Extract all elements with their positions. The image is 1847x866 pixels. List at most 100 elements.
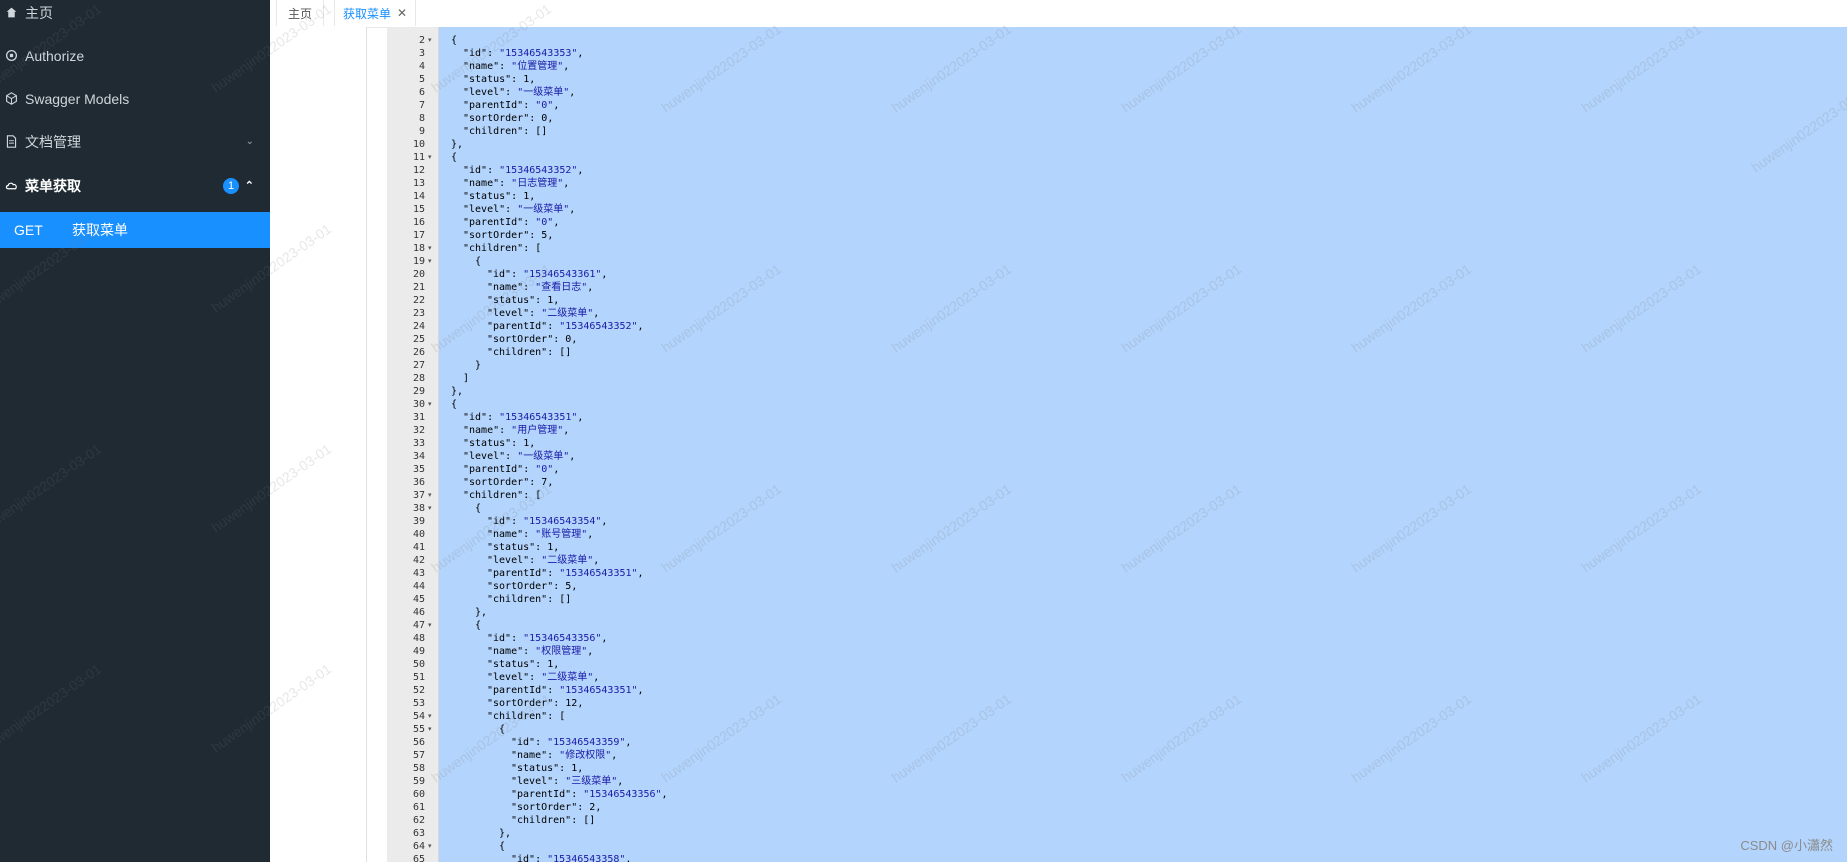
json-value: "0" xyxy=(535,464,554,475)
code-line: "parentId": "15346543351", xyxy=(487,685,644,696)
json-value: "15346543351" xyxy=(499,412,578,423)
count-badge: 1 xyxy=(223,177,239,194)
line-number: 3 xyxy=(418,48,425,59)
code-line: "name": "修改权限", xyxy=(511,750,618,761)
json-value: "15346543356" xyxy=(583,789,662,800)
code-punct: }, xyxy=(451,139,464,150)
line-number: 65 xyxy=(412,854,425,865)
fold-arrow-icon[interactable]: ▾ xyxy=(428,242,432,255)
fold-arrow-icon[interactable]: ▾ xyxy=(428,489,432,502)
code-line: "children": [] xyxy=(487,594,572,605)
json-value: "15346543356" xyxy=(523,633,602,644)
code-line: "sortOrder": 0, xyxy=(487,334,578,345)
code-punct: { xyxy=(451,152,458,163)
fold-arrow-icon[interactable]: ▾ xyxy=(428,502,432,515)
code-punct: , xyxy=(601,516,608,527)
json-key: "parentId" xyxy=(487,568,548,579)
fold-arrow-icon[interactable]: ▾ xyxy=(428,151,432,164)
code-punct: { xyxy=(499,724,506,735)
json-response-editor[interactable]: { "id": "15346543353", "name": "位置管理", "sta… xyxy=(439,27,1847,862)
json-key: "parentId" xyxy=(487,685,548,696)
code-line: "sortOrder": 2, xyxy=(511,802,602,813)
code-line: { xyxy=(499,723,505,736)
sidebar: 主页 Authorize Swagger Models 文档管理 ⌄ 菜单获取 … xyxy=(0,0,270,862)
line-number: 39 xyxy=(412,516,425,527)
line-number: 38 xyxy=(412,503,425,514)
code-punct: , xyxy=(569,204,576,215)
tab-get-menu[interactable]: 获取菜单 ✕ xyxy=(334,0,416,26)
json-key: "id" xyxy=(511,854,536,862)
json-key: "parentId" xyxy=(463,217,524,228)
fold-arrow-icon[interactable]: ▾ xyxy=(428,723,432,736)
json-value: "15346543359" xyxy=(547,737,626,748)
json-value: "日志管理" xyxy=(511,178,564,189)
code-line: "parentId": "15346543356", xyxy=(511,789,668,800)
fold-arrow-icon[interactable]: ▾ xyxy=(428,619,432,632)
code-line: { xyxy=(451,398,457,411)
line-number: 59 xyxy=(412,776,425,787)
line-number: 60 xyxy=(412,789,425,800)
json-value: [ xyxy=(559,711,566,722)
credit-text: CSDN @小瀟然 xyxy=(1740,838,1833,853)
code-line: "id": "15346543353", xyxy=(463,48,584,59)
code-punct: , xyxy=(547,230,554,241)
json-value: "15346543351" xyxy=(559,568,638,579)
close-icon[interactable]: ✕ xyxy=(397,6,407,20)
line-number: 16 xyxy=(412,217,425,228)
line-number: 9 xyxy=(418,126,425,137)
code-line: "id": "15346543352", xyxy=(463,165,584,176)
left-pane xyxy=(270,27,367,862)
json-key: "name" xyxy=(511,750,548,761)
json-key: "parentId" xyxy=(463,100,524,111)
sidebar-item-docs[interactable]: 文档管理 ⌄ xyxy=(0,120,270,163)
json-key: "level" xyxy=(463,451,506,462)
sidebar-item-label: Authorize xyxy=(25,47,85,64)
code-punct: , xyxy=(577,698,584,709)
sidebar-item-get-menu[interactable]: GET 获取菜单 xyxy=(0,212,270,248)
json-key: "level" xyxy=(487,308,530,319)
fold-arrow-icon[interactable]: ▾ xyxy=(428,34,432,47)
fold-arrow-icon[interactable]: ▾ xyxy=(428,398,432,411)
json-value: "0" xyxy=(535,100,554,111)
json-key: "status" xyxy=(487,542,536,553)
line-number: 14 xyxy=(412,191,425,202)
line-number: 11 xyxy=(412,152,425,163)
json-value: "15346543351" xyxy=(559,685,638,696)
json-value: "位置管理" xyxy=(511,61,564,72)
line-number: 44 xyxy=(412,581,425,592)
code-line: "id": "15346543358", xyxy=(511,853,631,862)
fold-arrow-icon[interactable]: ▾ xyxy=(428,840,432,853)
code-line: { xyxy=(475,619,481,632)
code-line: "children": [] xyxy=(463,126,548,137)
line-number-gutter: 2 ▾ 3 4 5 6 7 8 9 10 11 ▾ 12 13 14 15 16 17 18 ▾ 19 ▾ 20 21 22 23… xyxy=(387,27,439,865)
json-key: "level" xyxy=(463,204,506,215)
sidebar-item-swagger-models[interactable]: Swagger Models xyxy=(0,77,270,120)
json-value: "15346543352" xyxy=(559,321,638,332)
code-line: "name": "账号管理", xyxy=(487,529,594,540)
json-value: "二级菜单" xyxy=(541,308,594,319)
line-number: 49 xyxy=(412,646,425,657)
code-line: "id": "15346543361", xyxy=(487,269,608,280)
line-number: 55 xyxy=(412,724,425,735)
json-value: "15346543354" xyxy=(523,516,602,527)
code-line: "sortOrder": 7, xyxy=(463,477,554,488)
fold-arrow-icon[interactable]: ▾ xyxy=(428,255,432,268)
code-line: "parentId": "15346543351", xyxy=(487,568,644,579)
json-key: "status" xyxy=(487,295,536,306)
code-punct: , xyxy=(577,48,584,59)
code-line: "sortOrder": 0, xyxy=(463,113,554,124)
sidebar-item-authorize[interactable]: Authorize xyxy=(0,34,270,77)
line-number: 52 xyxy=(412,685,425,696)
sidebar-item-home[interactable]: 主页 xyxy=(0,0,270,34)
tab-home[interactable]: 主页 xyxy=(276,0,324,26)
code-line: "name": "位置管理", xyxy=(463,61,570,72)
line-number: 56 xyxy=(412,737,425,748)
line-number: 2 xyxy=(418,35,425,46)
sidebar-item-menu-group[interactable]: 菜单获取 1 ⌃ xyxy=(0,164,270,207)
code-line: "level": "二级菜单", xyxy=(487,555,600,566)
code-line: "sortOrder": 5, xyxy=(463,230,554,241)
tab-label: 主页 xyxy=(287,6,312,21)
line-number: 25 xyxy=(412,334,425,345)
fold-arrow-icon[interactable]: ▾ xyxy=(428,710,432,723)
json-key: "id" xyxy=(463,165,488,176)
